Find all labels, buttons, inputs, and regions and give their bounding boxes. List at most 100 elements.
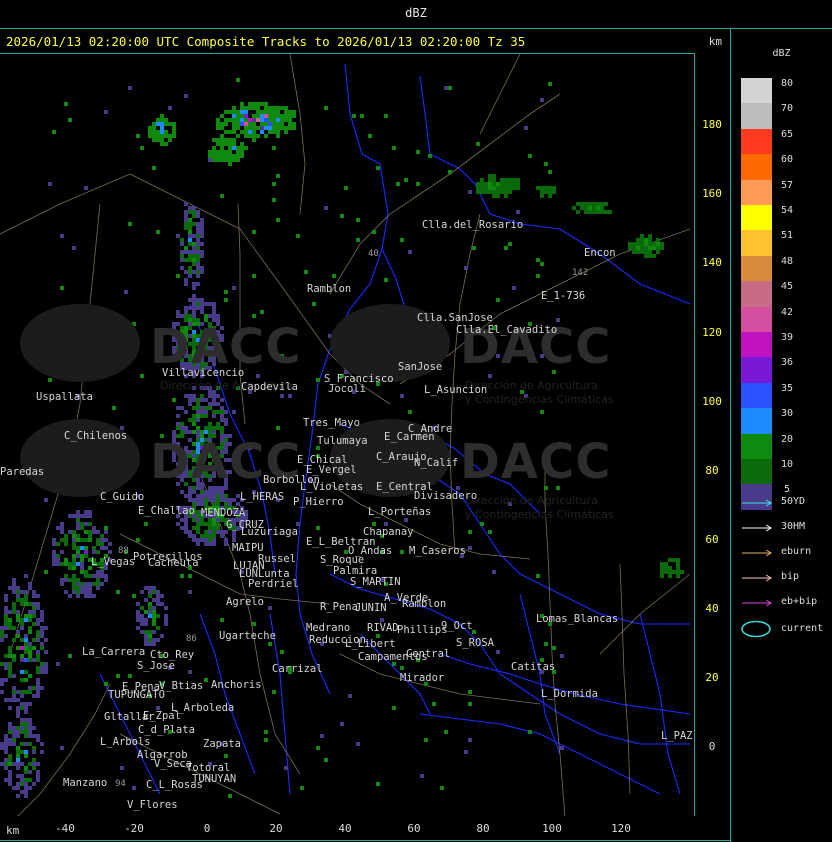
- place-label: L_Porteñas: [368, 506, 432, 518]
- radar-echo-pixel: [16, 754, 20, 758]
- radar-echo-pixel: [12, 582, 16, 586]
- radar-echo-pixel: [76, 590, 80, 594]
- legend-value: 20: [780, 433, 794, 445]
- radar-echo-pixel: [164, 614, 168, 618]
- radar-echo-pixel: [244, 114, 248, 118]
- radar-echo-pixel: [156, 230, 160, 234]
- radar-echo-pixel: [180, 250, 184, 254]
- track-label: 30HM: [781, 521, 806, 532]
- radar-echo-pixel: [164, 618, 168, 622]
- radar-echo-pixel: [56, 542, 60, 546]
- radar-echo-pixel: [592, 202, 596, 206]
- radar-echo-pixel: [152, 126, 156, 130]
- radar-echo-pixel: [104, 574, 108, 578]
- radar-echo-pixel: [68, 118, 72, 122]
- radar-echo-pixel: [216, 526, 220, 530]
- radar-echo-pixel: [196, 418, 200, 422]
- radar-echo-pixel: [244, 146, 248, 150]
- radar-echo-pixel: [156, 598, 160, 602]
- radar-echo-pixel: [588, 206, 592, 210]
- radar-echo-pixel: [56, 558, 60, 562]
- radar-echo-pixel: [644, 246, 648, 250]
- radar-echo-pixel: [32, 766, 36, 770]
- radar-echo-pixel: [16, 710, 20, 714]
- radar-echo-pixel: [0, 746, 4, 750]
- radar-echo-pixel: [168, 122, 172, 126]
- radar-echo-pixel: [184, 250, 188, 254]
- radar-echo-pixel: [252, 138, 256, 142]
- radar-echo-pixel: [148, 642, 152, 646]
- radar-echo-pixel: [28, 602, 32, 606]
- radar-echo-pixel: [108, 542, 112, 546]
- radar-echo-pixel: [100, 574, 104, 578]
- radar-echo-pixel: [152, 614, 156, 618]
- radar-echo-pixel: [212, 494, 216, 498]
- radar-echo-pixel: [196, 214, 200, 218]
- radar-echo-pixel: [192, 394, 196, 398]
- radar-echo-pixel: [12, 786, 16, 790]
- radar-echo-pixel: [4, 766, 8, 770]
- radar-echo-pixel: [200, 494, 204, 498]
- radar-echo-pixel: [28, 778, 32, 782]
- radar-map[interactable]: DACC Dirección de Agricultura DACC Direc…: [0, 53, 695, 816]
- radar-echo-pixel: [32, 638, 36, 642]
- radar-echo-pixel: [196, 234, 200, 238]
- radar-echo-pixel: [24, 782, 28, 786]
- radar-echo-pixel: [316, 526, 320, 530]
- radar-echo-pixel: [188, 266, 192, 270]
- radar-echo-pixel: [216, 522, 220, 526]
- radar-echo-pixel: [36, 602, 40, 606]
- radar-echo-pixel: [76, 594, 80, 598]
- radar-echo-pixel: [96, 586, 100, 590]
- radar-echo-pixel: [420, 774, 424, 778]
- radar-echo-pixel: [192, 534, 196, 538]
- radar-echo-pixel: [216, 490, 220, 494]
- radar-echo-pixel: [24, 594, 28, 598]
- radar-echo-pixel: [160, 138, 164, 142]
- radar-echo-pixel: [192, 210, 196, 214]
- watermark-text: DACC: [460, 434, 612, 490]
- radar-echo-pixel: [76, 586, 80, 590]
- route-label: 142: [572, 268, 589, 278]
- radar-echo-pixel: [648, 254, 652, 258]
- radar-echo-pixel: [228, 794, 232, 798]
- radar-echo-pixel: [36, 678, 40, 682]
- radar-echo-pixel: [24, 634, 28, 638]
- radar-echo-pixel: [276, 130, 280, 134]
- radar-echo-pixel: [24, 678, 28, 682]
- radar-echo-pixel: [232, 142, 236, 146]
- radar-echo-pixel: [0, 690, 4, 694]
- radar-echo-pixel: [192, 306, 196, 310]
- radar-echo-pixel: [644, 250, 648, 254]
- radar-echo-pixel: [24, 770, 28, 774]
- radar-echo-pixel: [44, 662, 48, 666]
- place-label: 9_Oct: [441, 620, 473, 632]
- radar-echo-pixel: [208, 490, 212, 494]
- radar-echo-pixel: [28, 610, 32, 614]
- radar-echo-pixel: [144, 630, 148, 634]
- radar-echo-pixel: [492, 190, 496, 194]
- radar-echo-pixel: [148, 594, 152, 598]
- radar-echo-pixel: [80, 570, 84, 574]
- radar-echo-pixel: [152, 610, 156, 614]
- track-label: eburn: [781, 546, 812, 557]
- radar-echo-pixel: [212, 410, 216, 414]
- radar-echo-pixel: [284, 110, 288, 114]
- radar-echo-pixel: [260, 310, 264, 314]
- radar-echo-pixel: [148, 606, 152, 610]
- radar-echo-pixel: [148, 614, 152, 618]
- radar-echo-pixel: [92, 582, 96, 586]
- radar-echo-pixel: [20, 646, 24, 650]
- radar-echo-pixel: [4, 762, 8, 766]
- place-label: S_MARTIN: [350, 576, 401, 588]
- radar-echo-pixel: [160, 130, 164, 134]
- radar-echo-pixel: [20, 762, 24, 766]
- radar-echo-pixel: [184, 94, 188, 98]
- radar-echo-pixel: [652, 242, 656, 246]
- radar-echo-pixel: [272, 146, 276, 150]
- radar-echo-pixel: [156, 134, 160, 138]
- radar-echo-pixel: [668, 574, 672, 578]
- radar-echo-pixel: [184, 394, 188, 398]
- radar-echo-pixel: [220, 134, 224, 138]
- radar-echo-pixel: [196, 542, 200, 546]
